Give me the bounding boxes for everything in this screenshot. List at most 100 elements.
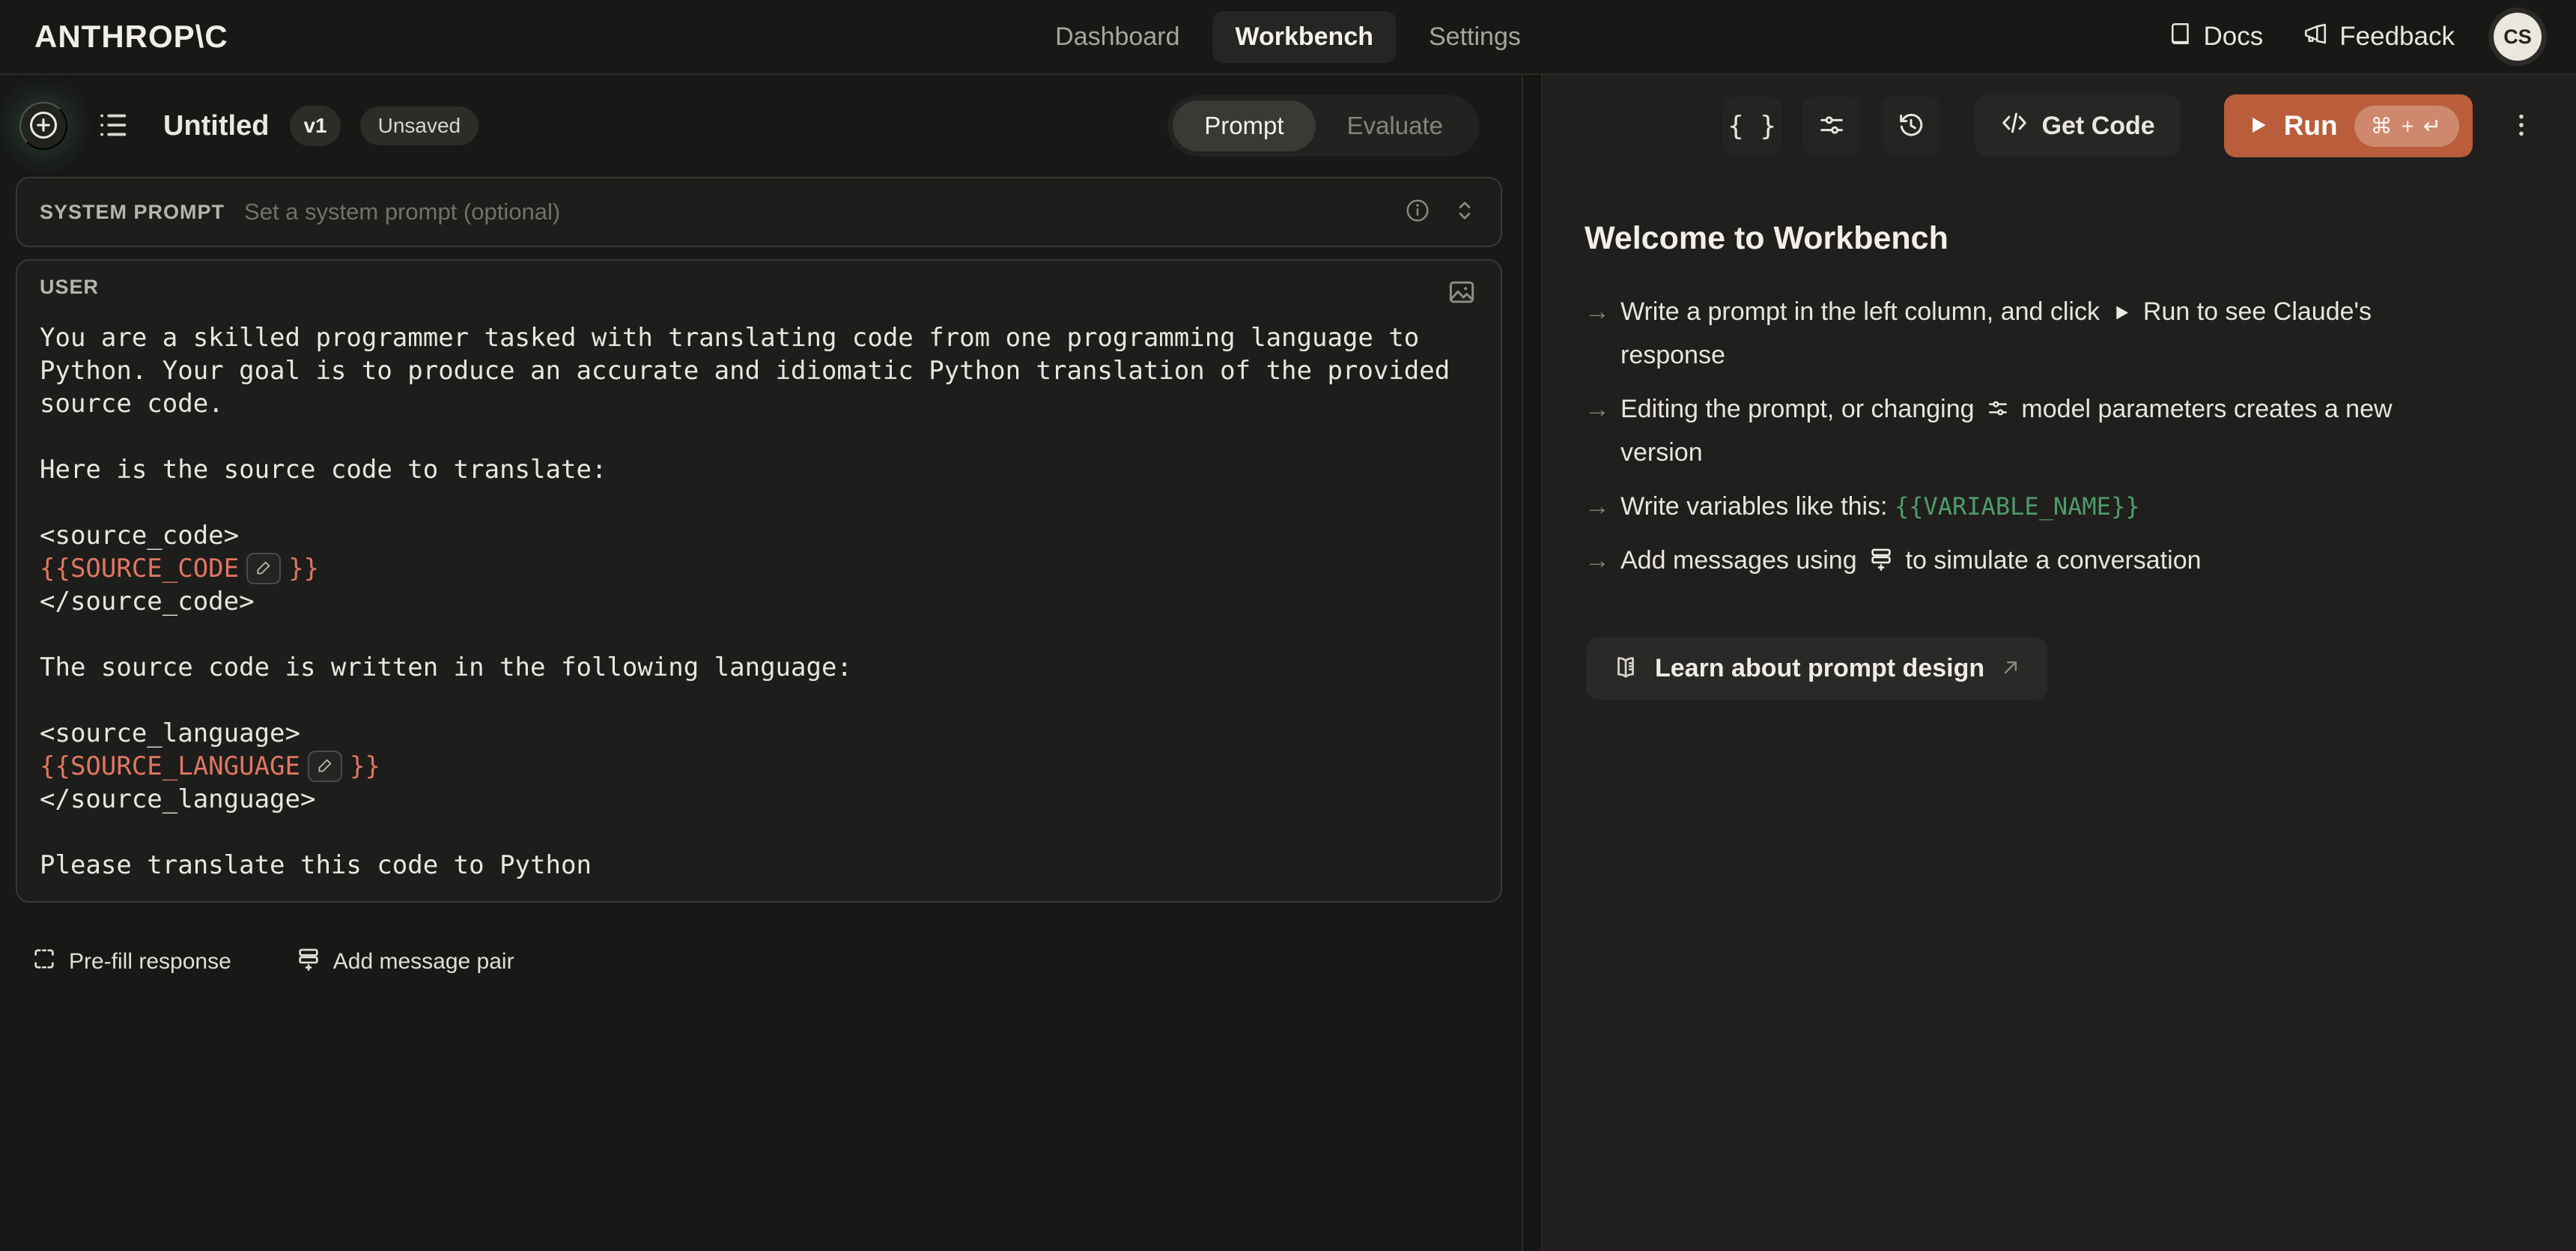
nav-right: Docs Feedback CS: [2166, 13, 2542, 61]
docs-link[interactable]: Docs: [2166, 20, 2264, 54]
xml-tag-close: </source_code>: [40, 585, 1478, 618]
info-icon[interactable]: [1403, 196, 1432, 228]
bullet-text-pre: Editing the prompt, or changing: [1620, 395, 1975, 423]
pencil-icon: [315, 756, 335, 778]
feedback-label: Feedback: [2339, 22, 2455, 52]
more-options-button[interactable]: [2503, 97, 2540, 155]
add-message-pair-label: Add message pair: [333, 949, 514, 975]
history-button[interactable]: [1882, 97, 1940, 155]
welcome-bullet-versions: → Editing the prompt, or changing model …: [1585, 389, 2531, 473]
message-pair-icon: [296, 946, 321, 978]
kebab-menu-icon: [2506, 110, 2536, 142]
blank-line: [40, 816, 1478, 849]
run-label: Run: [2284, 110, 2338, 142]
docs-label: Docs: [2204, 22, 2264, 52]
mode-tabs: Prompt Evaluate: [1167, 95, 1480, 157]
blank-line: [40, 486, 1478, 519]
add-message-pair-button[interactable]: Add message pair: [296, 946, 514, 978]
user-role-label: USER: [40, 276, 99, 299]
variable-token: {{SOURCE_CODE: [40, 552, 239, 585]
blank-line: [40, 618, 1478, 651]
main-split: Untitled v1 Unsaved Prompt Evaluate SYST…: [0, 75, 2576, 1251]
pencil-icon: [254, 558, 273, 580]
tab-evaluate[interactable]: Evaluate: [1316, 100, 1474, 151]
variable-source-language: {{SOURCE_LANGUAGE }}: [40, 750, 1478, 783]
welcome-bullet-run: → Write a prompt in the left column, and…: [1585, 291, 2531, 375]
megaphone-icon: [2302, 20, 2329, 54]
panel-resize-handle[interactable]: [1523, 75, 1543, 1251]
book-icon: [2166, 20, 2193, 54]
welcome-bullet-variables: → Write variables like this: {{VARIABLE_…: [1585, 486, 2531, 527]
expand-icon[interactable]: [1451, 197, 1478, 228]
prompt-toolbar: Untitled v1 Unsaved Prompt Evaluate: [0, 75, 1522, 177]
welcome-title: Welcome to Workbench: [1585, 220, 2531, 257]
anthropic-logo: ANTHROP\C: [34, 19, 228, 55]
run-toolbar: { } Get Code: [1543, 75, 2576, 177]
nav-item-workbench[interactable]: Workbench: [1212, 11, 1396, 63]
learn-prompt-design-button[interactable]: Learn about prompt design: [1586, 637, 2047, 700]
prefill-selection-icon: [31, 946, 57, 978]
external-link-icon: [1999, 656, 2022, 681]
braces-icon: { }: [1728, 111, 1776, 142]
open-book-icon: [1611, 653, 1640, 684]
nav-item-settings[interactable]: Settings: [1406, 11, 1543, 63]
xml-tag-open: <source_language>: [40, 717, 1478, 750]
variable-example-code: {{VARIABLE_NAME}}: [1895, 492, 2140, 521]
code-icon: [2000, 109, 2029, 144]
edit-variable-button[interactable]: [308, 751, 342, 782]
user-message-header: USER: [40, 276, 1478, 311]
status-badge: Unsaved: [360, 106, 479, 145]
user-message-editor[interactable]: You are a skilled programmer tasked with…: [40, 321, 1478, 882]
prompt-title[interactable]: Untitled: [163, 110, 269, 142]
run-button[interactable]: Run ⌘ + ↵: [2224, 94, 2473, 157]
bullet-text-pre: Write variables like this:: [1620, 492, 1888, 521]
circled-plus-icon: [26, 108, 61, 145]
get-code-button[interactable]: Get Code: [1975, 95, 2181, 157]
new-prompt-button[interactable]: [19, 102, 67, 150]
feedback-link[interactable]: Feedback: [2302, 20, 2455, 54]
tab-prompt[interactable]: Prompt: [1173, 100, 1315, 151]
variable-token: {{SOURCE_LANGUAGE: [40, 750, 300, 783]
arrow-right-icon: →: [1585, 389, 1620, 473]
arrow-right-icon: →: [1585, 540, 1620, 584]
variables-button[interactable]: { }: [1723, 97, 1781, 155]
edit-variable-button[interactable]: [246, 553, 281, 584]
prefill-response-button[interactable]: Pre-fill response: [31, 946, 231, 978]
user-message-card: USER You are a skilled programmer tasked…: [16, 259, 1502, 903]
top-nav: ANTHROP\C Dashboard Workbench Settings D…: [0, 0, 2576, 75]
system-prompt-field[interactable]: SYSTEM PROMPT Set a system prompt (optio…: [16, 177, 1502, 247]
arrow-right-icon: →: [1585, 291, 1620, 375]
user-avatar[interactable]: CS: [2494, 13, 2542, 61]
welcome-bullets: → Write a prompt in the left column, and…: [1585, 291, 2531, 584]
list-icon: [96, 108, 130, 145]
message-pair-icon: [1868, 543, 1894, 584]
bullet-text: Add messages using to simulate a convers…: [1620, 540, 2444, 584]
learn-prompt-design-label: Learn about prompt design: [1655, 654, 1984, 683]
attach-image-button[interactable]: [1445, 276, 1478, 311]
prompt-paragraph: You are a skilled programmer tasked with…: [40, 321, 1478, 420]
play-icon: [2111, 294, 2131, 335]
prompt-list-button[interactable]: [96, 108, 130, 145]
system-prompt-placeholder: Set a system prompt (optional): [244, 199, 560, 225]
bullet-text-pre: Add messages using: [1620, 546, 1857, 575]
bullet-text: Editing the prompt, or changing model pa…: [1620, 389, 2444, 473]
prompt-column: Untitled v1 Unsaved Prompt Evaluate SYST…: [0, 75, 1523, 1251]
xml-tag-open: <source_code>: [40, 519, 1478, 552]
primary-nav: Dashboard Workbench Settings: [1033, 0, 1543, 73]
prompt-line: The source code is written in the follow…: [40, 651, 1478, 684]
response-column: { } Get Code: [1543, 75, 2576, 1251]
sliders-icon: [1817, 110, 1847, 142]
welcome-bullet-messages: → Add messages using to simulate a conve…: [1585, 540, 2531, 584]
bullet-text: Write a prompt in the left column, and c…: [1620, 291, 2444, 375]
variable-token-close: }}: [288, 552, 319, 585]
arrow-right-icon: →: [1585, 486, 1620, 527]
prompt-line: Here is the source code to translate:: [40, 453, 1478, 486]
prompt-line: Please translate this code to Python: [40, 849, 1478, 882]
bullet-text: Write variables like this: {{VARIABLE_NA…: [1620, 486, 2444, 527]
nav-item-dashboard[interactable]: Dashboard: [1033, 11, 1202, 63]
bullet-text-post: to simulate a conversation: [1906, 546, 2202, 575]
system-prompt-actions: [1403, 196, 1478, 228]
run-shortcut-badge: ⌘ + ↵: [2354, 106, 2459, 147]
version-badge: v1: [290, 106, 340, 146]
model-settings-button[interactable]: [1802, 97, 1861, 155]
